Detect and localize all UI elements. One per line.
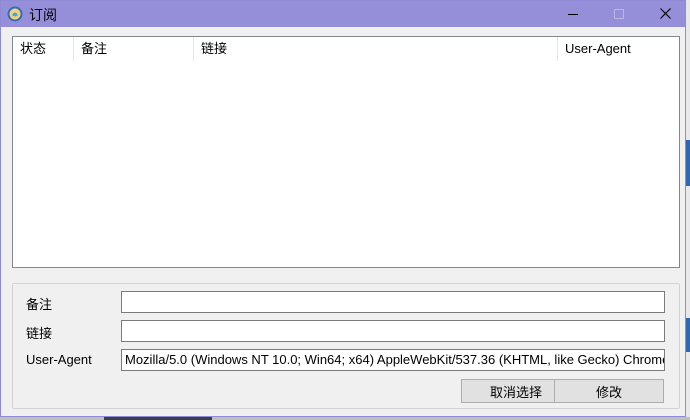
title-bar[interactable]: 订阅 [1,1,685,27]
subscription-window: 订阅 状态 备注 链接 User-Agent 备注 链接 User-Agent … [0,0,686,417]
column-header-remark[interactable]: 备注 [74,37,194,61]
desktop-window-fragment [686,140,690,186]
app-logo-icon [7,6,23,22]
remark-label: 备注 [26,297,53,312]
link-label: 链接 [26,326,53,341]
user-agent-label: User-Agent [26,352,92,367]
minimize-icon [568,7,578,22]
column-header-link[interactable]: 链接 [194,37,558,61]
maximize-button[interactable] [596,1,642,27]
list-header: 状态 备注 链接 User-Agent [13,37,679,61]
modify-button[interactable]: 修改 [554,379,664,403]
minimize-button[interactable] [550,1,596,27]
maximize-icon [614,7,624,22]
user-agent-input[interactable]: Mozilla/5.0 (Windows NT 10.0; Win64; x64… [121,349,665,371]
desktop-window-fragment [686,318,690,352]
subscription-list[interactable]: 状态 备注 链接 User-Agent [12,36,680,268]
desktop-background [686,0,690,420]
column-header-status[interactable]: 状态 [13,37,74,61]
close-button[interactable] [642,1,688,27]
link-input[interactable] [121,320,665,342]
close-icon [659,7,671,22]
window-title: 订阅 [29,7,57,23]
column-header-user-agent[interactable]: User-Agent [558,37,679,61]
remark-input[interactable] [121,291,665,313]
